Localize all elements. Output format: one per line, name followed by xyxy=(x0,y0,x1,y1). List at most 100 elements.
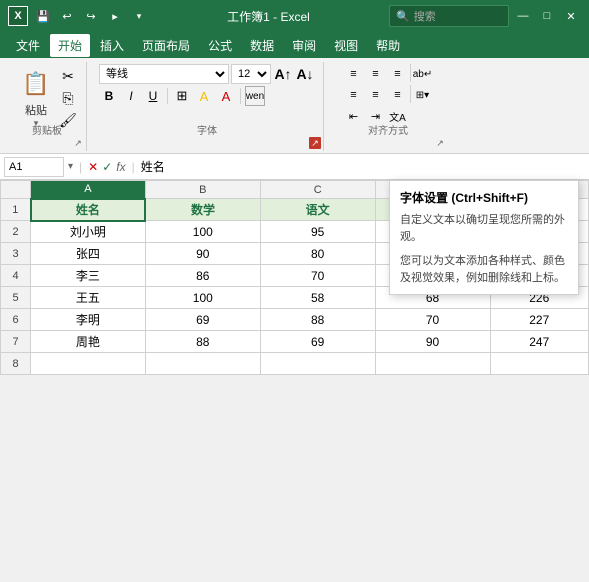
align-left[interactable]: ≡ xyxy=(344,85,364,105)
name-box-arrow[interactable]: ▾ xyxy=(68,161,73,172)
qa-btn5[interactable]: ▾ xyxy=(130,7,148,25)
cell-b3[interactable]: 90 xyxy=(145,243,260,265)
cell-a5[interactable]: 王五 xyxy=(31,287,146,309)
cell-b8[interactable] xyxy=(145,353,260,375)
cut-button[interactable]: ✂ xyxy=(58,67,78,87)
align-top-center[interactable]: ≡ xyxy=(366,64,386,84)
cell-b5[interactable]: 100 xyxy=(145,287,260,309)
title-bar-right: 🔍 搜索 — □ ✕ xyxy=(389,5,581,27)
cell-c3[interactable]: 80 xyxy=(260,243,375,265)
wen-btn[interactable]: wen xyxy=(245,86,265,106)
cell-a1[interactable]: 姓名 xyxy=(31,199,146,221)
cell-a3[interactable]: 张四 xyxy=(31,243,146,265)
alignment-expander[interactable]: ↗ xyxy=(434,137,446,149)
cell-a2[interactable]: 刘小明 xyxy=(31,221,146,243)
paste-button[interactable]: 📋 粘贴 ▾ xyxy=(16,64,56,131)
underline-button[interactable]: U xyxy=(143,86,163,106)
menu-data[interactable]: 数据 xyxy=(242,34,282,57)
cell-a6[interactable]: 李明 xyxy=(31,309,146,331)
formula-function-icon[interactable]: fx xyxy=(116,160,125,174)
cell-c1[interactable]: 语文 xyxy=(260,199,375,221)
font-color-btn[interactable]: A xyxy=(216,86,236,106)
cell-a7[interactable]: 周艳 xyxy=(31,331,146,353)
copy-button[interactable]: ⎘ xyxy=(58,89,78,109)
table-row: 6 李明 69 88 70 227 xyxy=(1,309,589,331)
cell-c2[interactable]: 95 xyxy=(260,221,375,243)
alignment-label: 对齐方式 xyxy=(328,122,448,137)
increase-font-btn[interactable]: A↑ xyxy=(273,64,293,84)
formula-cancel-icon[interactable]: ✕ xyxy=(88,160,98,174)
cell-a8[interactable] xyxy=(31,353,146,375)
menu-insert[interactable]: 插入 xyxy=(92,34,132,57)
font-row2: B I U ⊞ A A wen xyxy=(99,86,315,106)
bold-button[interactable]: B xyxy=(99,86,119,106)
align-top-left[interactable]: ≡ xyxy=(344,64,364,84)
cell-c7[interactable]: 69 xyxy=(260,331,375,353)
cell-b1[interactable]: 数学 xyxy=(145,199,260,221)
fill-color-btn[interactable]: A xyxy=(194,86,214,106)
divider1 xyxy=(167,88,168,104)
cell-e8[interactable] xyxy=(490,353,589,375)
cell-d6[interactable]: 70 xyxy=(375,309,490,331)
menu-file[interactable]: 文件 xyxy=(8,34,48,57)
font-size-selector[interactable]: 12 xyxy=(231,64,271,84)
v-divider2 xyxy=(410,85,411,103)
name-box[interactable]: A1 xyxy=(4,157,64,177)
tooltip-text2: 您可以为文本添加各种样式、颜色及视觉效果，例如删除线和上标。 xyxy=(400,253,568,286)
tooltip-text1: 自定义文本以确切呈现您所需的外观。 xyxy=(400,212,568,245)
decrease-font-btn[interactable]: A↓ xyxy=(295,64,315,84)
cell-c6[interactable]: 88 xyxy=(260,309,375,331)
col-header-b[interactable]: B xyxy=(145,181,260,199)
wrap-btn[interactable]: ab↵ xyxy=(413,64,433,84)
maximize-btn[interactable]: □ xyxy=(537,5,557,27)
cell-c4[interactable]: 70 xyxy=(260,265,375,287)
font-row1: 等线 12 A↑ A↓ xyxy=(99,64,315,84)
cell-d7[interactable]: 90 xyxy=(375,331,490,353)
cell-b6[interactable]: 69 xyxy=(145,309,260,331)
cell-e6[interactable]: 227 xyxy=(490,309,589,331)
close-btn[interactable]: ✕ xyxy=(561,5,581,27)
cell-b7[interactable]: 88 xyxy=(145,331,260,353)
cell-e7[interactable]: 247 xyxy=(490,331,589,353)
row-num-6: 6 xyxy=(1,309,31,331)
row-num-8: 8 xyxy=(1,353,31,375)
clipboard-expander[interactable]: ↗ xyxy=(72,137,84,149)
table-row: 7 周艳 88 69 90 247 xyxy=(1,331,589,353)
formula-separator2: | xyxy=(132,160,135,174)
v-divider1 xyxy=(410,64,411,82)
col-header-a[interactable]: A xyxy=(31,181,146,199)
border-btn[interactable]: ⊞ xyxy=(172,86,192,106)
merge-btn[interactable]: ⊞▾ xyxy=(413,85,433,105)
menu-review[interactable]: 审阅 xyxy=(284,34,324,57)
align-top-right[interactable]: ≡ xyxy=(388,64,408,84)
cell-b2[interactable]: 100 xyxy=(145,221,260,243)
undo-quick-btn[interactable]: ↩ xyxy=(58,7,76,25)
menu-home[interactable]: 开始 xyxy=(50,34,90,57)
cell-b4[interactable]: 86 xyxy=(145,265,260,287)
name-box-value: A1 xyxy=(9,161,22,173)
clipboard-label: 剪贴板 xyxy=(8,122,86,137)
menu-help[interactable]: 帮助 xyxy=(368,34,408,57)
save-quick-btn[interactable]: 💾 xyxy=(34,7,52,25)
align-center[interactable]: ≡ xyxy=(366,85,386,105)
align-right[interactable]: ≡ xyxy=(388,85,408,105)
menu-view[interactable]: 视图 xyxy=(326,34,366,57)
font-expander[interactable]: ↗ xyxy=(309,137,321,149)
cell-d8[interactable] xyxy=(375,353,490,375)
menu-page-layout[interactable]: 页面布局 xyxy=(134,34,198,57)
row-num-2: 2 xyxy=(1,221,31,243)
cell-a4[interactable]: 李三 xyxy=(31,265,146,287)
cell-c5[interactable]: 58 xyxy=(260,287,375,309)
qa-btn4[interactable]: ▸ xyxy=(106,7,124,25)
font-name-selector[interactable]: 等线 xyxy=(99,64,229,84)
clipboard-group: 📋 粘贴 ▾ ✂ ⎘ 🖌 剪贴板 ↗ xyxy=(8,62,87,151)
col-header-c[interactable]: C xyxy=(260,181,375,199)
cell-c8[interactable] xyxy=(260,353,375,375)
formula-confirm-icon[interactable]: ✓ xyxy=(102,160,112,174)
font-label: 字体 xyxy=(91,122,323,137)
search-box[interactable]: 🔍 搜索 xyxy=(389,5,509,27)
redo-quick-btn[interactable]: ↪ xyxy=(82,7,100,25)
menu-formula[interactable]: 公式 xyxy=(200,34,240,57)
minimize-btn[interactable]: — xyxy=(513,5,533,27)
italic-button[interactable]: I xyxy=(121,86,141,106)
